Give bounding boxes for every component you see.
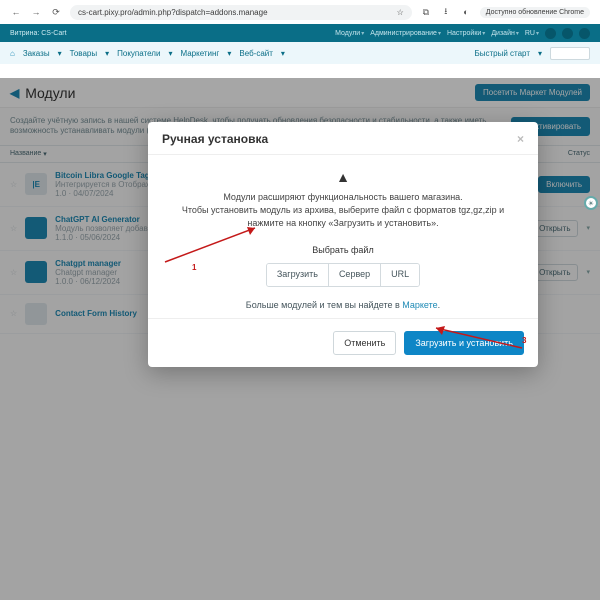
url-text: cs-cart.pixy.pro/admin.php?dispatch=addo… xyxy=(78,8,268,17)
upload-glyph-icon: ▲ xyxy=(172,167,514,187)
nav-back-icon[interactable]: ← xyxy=(10,6,22,18)
admin-topbar: Витрина: CS-Cart Модули▾ Администрирован… xyxy=(0,24,600,42)
tab-upload[interactable]: Загрузить xyxy=(267,264,329,285)
admin-navbar: ⌂ Заказы▾ Товары▾ Покупатели▾ Маркетинг▾… xyxy=(0,42,600,64)
tab-server[interactable]: Сервер xyxy=(329,264,381,285)
browser-toolbar: ← → ⟳ cs-cart.pixy.pro/admin.php?dispatc… xyxy=(0,0,600,24)
ext1-icon[interactable]: ⧉ xyxy=(420,6,432,18)
source-segmented: Загрузить Сервер URL xyxy=(266,263,420,286)
menu-modules[interactable]: Модули▾ xyxy=(335,30,364,37)
annotation-label-1: 1 xyxy=(192,263,196,272)
nav-fwd-icon[interactable]: → xyxy=(30,6,42,18)
topbar-search[interactable] xyxy=(550,47,590,60)
market-link[interactable]: Маркете xyxy=(402,300,437,310)
tab-website[interactable]: Веб-сайт xyxy=(235,49,277,58)
close-icon[interactable]: × xyxy=(517,132,524,146)
tab-products[interactable]: Товары xyxy=(66,49,102,58)
menu-admin[interactable]: Администрирование▾ xyxy=(370,30,441,37)
quickstart[interactable]: Быстрый старт xyxy=(474,49,530,58)
choose-file-label: Выбрать файл xyxy=(172,244,514,257)
cancel-button[interactable]: Отменить xyxy=(333,331,396,355)
menu-settings[interactable]: Настройки▾ xyxy=(447,30,485,37)
menu-design[interactable]: Дизайн▾ xyxy=(491,30,519,37)
nav-reload-icon[interactable]: ⟳ xyxy=(50,6,62,18)
modal-title: Ручная установка xyxy=(162,132,268,146)
tab-url[interactable]: URL xyxy=(381,264,419,285)
debug-icon[interactable]: ✴ xyxy=(584,196,598,210)
annotation-label-3: 3 xyxy=(522,336,526,345)
star-icon[interactable]: ☆ xyxy=(397,8,404,17)
help-icon[interactable] xyxy=(545,28,556,39)
notif-icon[interactable] xyxy=(562,28,573,39)
profile-icon[interactable]: ◐ xyxy=(460,6,472,18)
user-icon[interactable] xyxy=(579,28,590,39)
manual-install-modal: Ручная установка × ▲ Модули расширяют фу… xyxy=(148,122,538,367)
page-frame: ◀ Модули Посетить Маркет Модулей Создайт… xyxy=(0,78,600,600)
tab-orders[interactable]: Заказы xyxy=(19,49,54,58)
home-icon[interactable]: ⌂ xyxy=(10,49,15,58)
address-bar[interactable]: cs-cart.pixy.pro/admin.php?dispatch=addo… xyxy=(70,5,412,20)
more-modules-text: Больше модулей и тем вы найдете в Маркет… xyxy=(172,299,514,312)
store-selector[interactable]: Витрина: CS-Cart xyxy=(10,30,67,37)
modal-desc2: Чтобы установить модуль из архива, выбер… xyxy=(172,204,514,230)
chrome-update-badge[interactable]: Доступно обновление Chrome xyxy=(480,7,590,18)
menu-lang[interactable]: RU▾ xyxy=(525,30,539,37)
tab-customers[interactable]: Покупатели xyxy=(113,49,164,58)
upload-install-button[interactable]: Загрузить и установить xyxy=(404,331,524,355)
download-icon[interactable]: ⭳ xyxy=(440,6,452,18)
tab-marketing[interactable]: Маркетинг xyxy=(176,49,223,58)
modal-desc1: Модули расширяют функциональность вашего… xyxy=(172,191,514,204)
